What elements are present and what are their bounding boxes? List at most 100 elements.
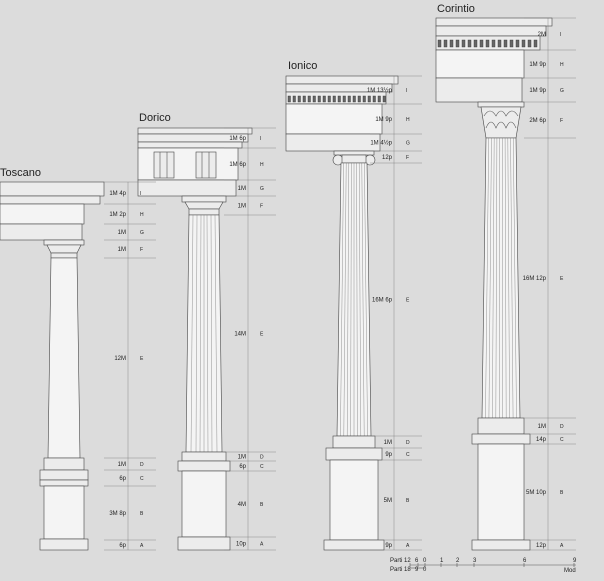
dorico-pedestal-die <box>182 471 226 537</box>
ionico-cornice-top <box>286 76 398 84</box>
dim-label: 1M <box>118 230 126 236</box>
order-ionico: Ionico <box>286 60 398 550</box>
dim-letter: G <box>560 88 564 94</box>
dim-label: 9p <box>385 452 392 458</box>
dim-letter: H <box>140 212 144 218</box>
dim-label: 1M <box>118 247 126 253</box>
toscano-base-plinth <box>40 470 88 480</box>
dim-letter: D <box>140 462 144 468</box>
corintio-capital <box>481 107 521 138</box>
dim-letter: A <box>140 543 144 549</box>
corintio-architrave <box>436 78 522 102</box>
ionico-echinus <box>342 155 366 163</box>
dim-letter: F <box>560 118 563 124</box>
ionico-architrave <box>286 134 380 151</box>
dim-label: 1M 6p <box>229 162 246 168</box>
dim-letter: C <box>140 476 144 482</box>
scale-mod-tick-1: 1 <box>440 558 444 564</box>
ionico-base <box>333 436 375 448</box>
scale-mod-tick-9: 9 <box>573 558 577 564</box>
dim-label: 1M <box>238 186 246 192</box>
dim-letter: B <box>140 511 144 517</box>
dim-label: 1M 6p <box>229 136 246 142</box>
toscano-echinus <box>47 245 81 253</box>
dim-label: 1M 9p <box>375 117 392 123</box>
scale-bar: Parti 12 6 0 Parti 18 9 0 1 2 3 6 9 Mod <box>390 558 577 574</box>
order-title-corintio: Corintio <box>437 3 475 15</box>
dim-letter: A <box>260 542 264 548</box>
dim-label: 6p <box>119 543 126 549</box>
dim-label: 1M <box>538 424 546 430</box>
orders-diagram: Toscano Dorico <box>0 0 604 576</box>
dim-label: 5M <box>384 498 392 504</box>
dim-letter: H <box>560 62 564 68</box>
dim-letter: F <box>260 204 263 210</box>
toscano-pedestal-die <box>44 486 84 539</box>
dim-letter: D <box>560 424 564 430</box>
dim-label: 12M <box>114 356 126 362</box>
dorico-cornice-top <box>138 128 252 134</box>
dim-label: 5M 10p <box>526 490 547 496</box>
dim-label: 12p <box>536 543 547 549</box>
dim-label: 1M <box>384 440 392 446</box>
dim-letter: E <box>406 298 410 304</box>
dim-letter: B <box>406 498 410 504</box>
toscano-abacus <box>44 240 84 245</box>
dim-letter: E <box>140 356 144 362</box>
dim-label: 12p <box>382 155 393 161</box>
dim-label: 14p <box>536 437 547 443</box>
toscano-cornice <box>0 182 104 196</box>
dorico-frieze <box>138 148 238 180</box>
dim-label: 2M 6p <box>529 118 546 124</box>
dim-label: 2M <box>538 32 546 38</box>
dim-letter: F <box>140 247 143 253</box>
dim-letter: I <box>260 136 261 142</box>
corintio-base <box>478 418 524 434</box>
dim-label: 1M 4½p <box>370 140 392 147</box>
dim-label: 10p <box>236 542 247 548</box>
dimension-scale-toscano: 1M 4pI1M 2pH1MG1MF12ME1MD6pC3M 8pB6pA <box>104 182 156 550</box>
ionico-pedestal-base <box>324 540 384 550</box>
toscano-shaft <box>48 258 80 458</box>
dim-label: 1M 13½p <box>367 87 393 94</box>
dim-letter: D <box>260 455 264 461</box>
dim-letter: C <box>560 437 564 443</box>
order-toscano: Toscano <box>0 167 104 550</box>
scale-parti-18-label: Parti <box>390 567 402 573</box>
corintio-pedestal-die <box>478 444 524 540</box>
ionico-abacus <box>334 151 374 155</box>
dim-label: 14M <box>234 332 246 338</box>
order-title-dorico: Dorico <box>139 112 171 124</box>
corintio-base-plinth <box>472 434 530 444</box>
dim-label: 16M 12p <box>523 276 547 282</box>
dim-letter: B <box>560 490 564 496</box>
dorico-architrave <box>138 180 236 196</box>
dim-label: 1M 9p <box>529 62 546 68</box>
order-title-toscano: Toscano <box>0 167 41 179</box>
dim-label: 9p <box>385 543 392 549</box>
dimension-scale-corintio: 2MI1M 9pH1M 9pG2M 6pF16M 12pE1MD14pC5M 1… <box>523 18 576 550</box>
dim-label: 16M 6p <box>372 298 393 304</box>
corintio-frieze <box>436 50 524 78</box>
corintio-pedestal-base <box>472 540 530 550</box>
dim-letter: D <box>406 440 410 446</box>
dim-letter: G <box>140 230 144 236</box>
ionico-pedestal-die <box>330 460 378 540</box>
dim-letter: A <box>406 543 410 549</box>
dim-label: 4M <box>238 502 246 508</box>
corintio-modillions <box>436 26 546 36</box>
dorico-base <box>182 452 226 461</box>
scale-parti-12-tick-6: 6 <box>415 558 419 564</box>
corintio-cornice-top <box>436 18 552 26</box>
ionico-frieze <box>286 104 382 134</box>
dorico-cornice-lower <box>138 142 242 148</box>
toscano-pedestal-cap <box>40 480 88 486</box>
order-title-ionico: Ionico <box>288 60 317 72</box>
toscano-pedestal-base <box>40 539 88 550</box>
dim-letter: B <box>260 502 264 508</box>
dim-letter: C <box>406 452 410 458</box>
dim-letter: I <box>140 191 141 197</box>
dorico-pedestal-base <box>178 537 230 550</box>
dorico-abacus <box>182 196 226 202</box>
dorico-base-plinth <box>178 461 230 471</box>
